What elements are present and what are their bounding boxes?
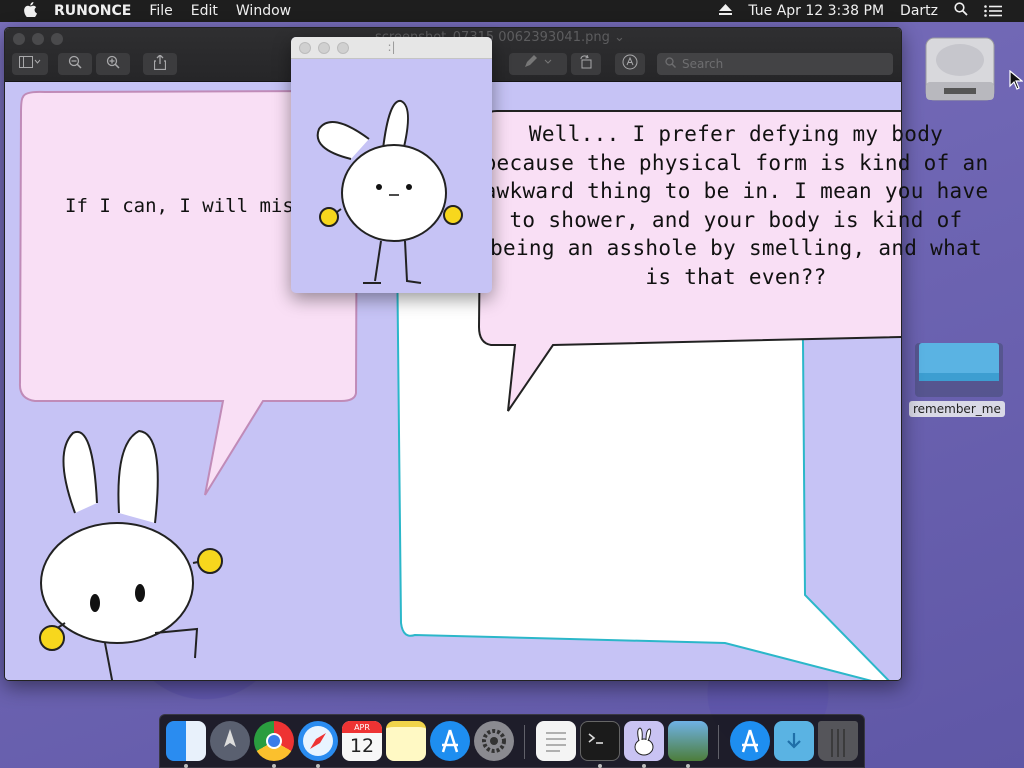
- calendar-month: APR: [354, 723, 370, 732]
- search-placeholder: Search: [682, 57, 724, 71]
- chrome-icon[interactable]: [254, 721, 294, 761]
- preview-running-indicator: [686, 764, 690, 768]
- zoom-in-button[interactable]: [96, 53, 130, 75]
- small-window-title: :|: [387, 40, 396, 54]
- trash-icon[interactable]: [818, 721, 858, 761]
- launchpad-icon[interactable]: [210, 721, 250, 761]
- preview-app-icon[interactable]: [668, 721, 708, 761]
- pen-icon: [523, 55, 553, 73]
- bunny-app-icon[interactable]: [624, 721, 664, 761]
- safari-icon[interactable]: [298, 721, 338, 761]
- mouse-cursor-icon: [1009, 69, 1024, 94]
- zoom-out-icon: [68, 55, 82, 73]
- dock: APR 12: [159, 714, 865, 768]
- calendar-icon[interactable]: APR 12: [342, 721, 382, 761]
- zoom-out-button[interactable]: [58, 53, 92, 75]
- menu-window[interactable]: Window: [236, 3, 291, 19]
- finder-running-indicator: [184, 764, 188, 768]
- small-bunny-window: :|: [291, 37, 492, 293]
- eject-icon[interactable]: [719, 4, 733, 18]
- menu-bar: RUNONCE File Edit Window Tue Apr 12 3:38…: [0, 0, 1024, 22]
- folder-icon[interactable]: [913, 343, 1005, 399]
- notes-icon[interactable]: [386, 721, 426, 761]
- rotate-button[interactable]: [571, 53, 601, 75]
- zoom-in-icon: [106, 55, 120, 73]
- apple-menu-icon[interactable]: [20, 1, 40, 21]
- search-field[interactable]: Search: [657, 53, 893, 75]
- bunny-app-running-indicator: [642, 764, 646, 768]
- rotate-icon: [579, 54, 593, 73]
- safari-running-indicator: [316, 764, 320, 768]
- terminal-icon[interactable]: [580, 721, 620, 761]
- chrome-running-indicator: [272, 764, 276, 768]
- downloads-folder-icon[interactable]: [774, 721, 814, 761]
- textedit-icon[interactable]: [536, 721, 576, 761]
- menu-file[interactable]: File: [149, 3, 172, 19]
- bunny-character: [39, 429, 223, 680]
- folder-label[interactable]: remember_me: [909, 401, 1005, 417]
- dock-separator-2: [718, 725, 719, 759]
- right-bubble-text: Well... I prefer defying my body because…: [483, 122, 989, 289]
- small-bunny-character: [316, 100, 463, 284]
- calendar-day: 12: [349, 735, 375, 757]
- menu-user[interactable]: Dartz: [900, 3, 938, 19]
- spotlight-search-icon[interactable]: [954, 2, 968, 20]
- zoom-button[interactable]: [51, 33, 63, 45]
- app-store-icon-2[interactable]: [730, 721, 770, 761]
- dock-separator: [524, 725, 525, 759]
- markup-toolbar-button[interactable]: [615, 53, 645, 75]
- menu-edit[interactable]: Edit: [191, 3, 218, 19]
- menu-clock[interactable]: Tue Apr 12 3:38 PM: [748, 3, 884, 19]
- small-bunny-artwork: [316, 100, 463, 284]
- hard-drive-icon[interactable]: [922, 30, 998, 110]
- terminal-running-indicator: [598, 764, 602, 768]
- markup-icon: [622, 54, 638, 74]
- left-bubble-text: If I can, I will miss you: [65, 195, 297, 217]
- minimize-button[interactable]: [32, 33, 44, 45]
- sidebar-icon: [19, 56, 41, 72]
- share-button[interactable]: [143, 53, 177, 75]
- small-window-titlebar: :|: [291, 37, 492, 59]
- system-preferences-icon[interactable]: [474, 721, 514, 761]
- app-store-icon[interactable]: [430, 721, 470, 761]
- notification-center-icon[interactable]: [984, 2, 1002, 21]
- search-icon: [665, 57, 676, 71]
- menu-app-name[interactable]: RUNONCE: [54, 3, 131, 19]
- sidebar-toggle-button[interactable]: [12, 53, 48, 75]
- close-button[interactable]: [13, 33, 25, 45]
- finder-icon[interactable]: [166, 721, 206, 761]
- share-icon: [153, 53, 167, 74]
- markup-pen-button[interactable]: [509, 53, 567, 75]
